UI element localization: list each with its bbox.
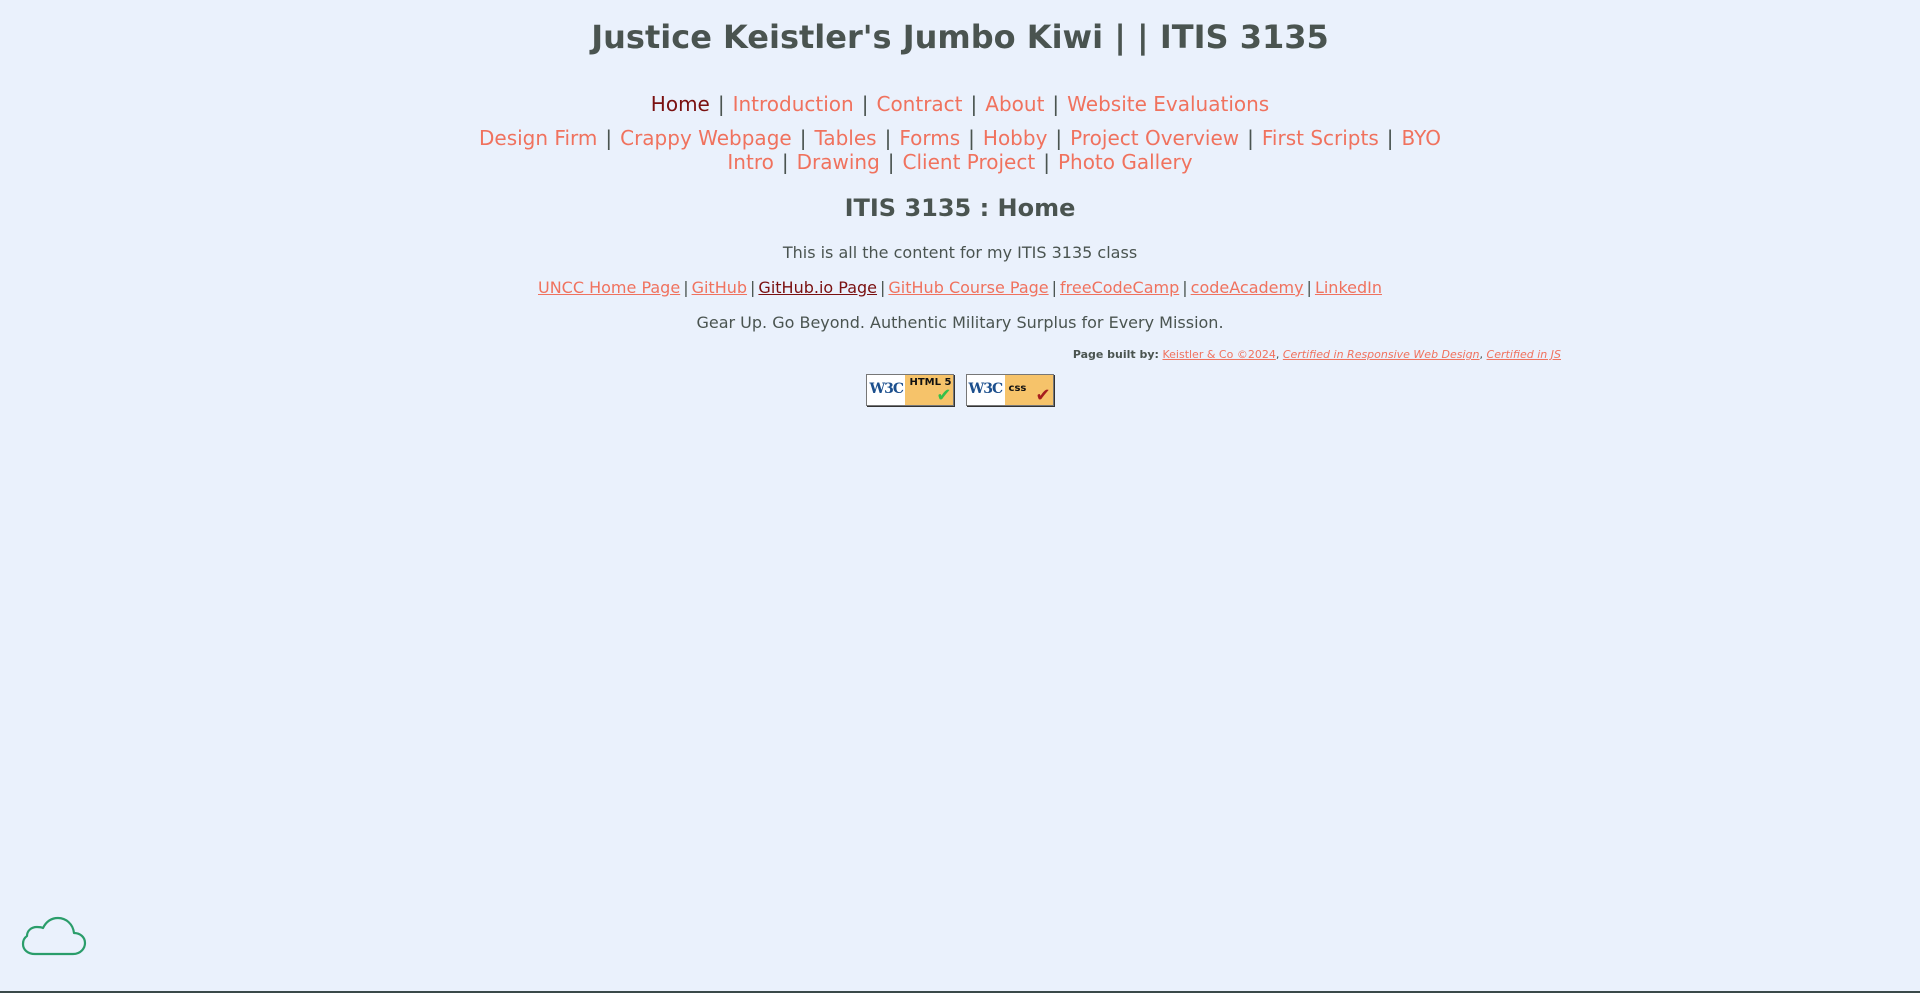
nav-separator: | — [717, 92, 725, 116]
comma: , — [1275, 348, 1280, 361]
nav-separator: | — [968, 126, 975, 150]
nav-separator: | — [887, 150, 895, 174]
link-github-io[interactable]: GitHub.io Page — [758, 278, 877, 297]
nav-separator: | — [1055, 126, 1063, 150]
check-icon: ✔ — [1035, 385, 1051, 406]
external-links: UNCC Home Page | GitHub | GitHub.io Page | Git… — [0, 278, 1920, 297]
link-linkedin[interactable]: LinkedIn — [1315, 278, 1382, 297]
nav-link-tables[interactable]: Tables — [814, 126, 876, 150]
link-separator: | — [683, 278, 689, 297]
nav-separator: | — [781, 150, 789, 174]
nav-link-introduction[interactable]: Introduction — [733, 92, 854, 116]
link-codeacademy[interactable]: codeAcademy — [1191, 278, 1304, 297]
built-by-label: Page built by: — [1072, 348, 1159, 361]
w3c-logo: W3C — [968, 381, 1004, 397]
nav-link-photo-gallery[interactable]: Photo Gallery — [1058, 150, 1193, 174]
nav-link-website-evaluations[interactable]: Website Evaluations — [1067, 92, 1269, 116]
link-github[interactable]: GitHub — [692, 278, 747, 297]
html5-validator-badge[interactable]: W3C HTML 5 ✔ — [866, 374, 955, 406]
link-separator: | — [750, 278, 756, 297]
link-separator: | — [1051, 278, 1058, 297]
cloud-icon[interactable] — [21, 914, 87, 958]
w3c-logo: W3C — [869, 381, 904, 397]
site-title: Justice Keistler's Jumbo Kiwi | | ITIS 3… — [591, 18, 1329, 56]
nav-separator: | — [1052, 92, 1060, 116]
comma: , — [1479, 348, 1484, 361]
cert-rwd-link[interactable]: Certified in Responsive Web Design — [1283, 348, 1480, 361]
link-separator: | — [880, 278, 886, 297]
link-github-course[interactable]: GitHub Course Page — [888, 278, 1048, 297]
check-icon: ✔ — [936, 385, 952, 406]
tagline: Gear Up. Go Beyond. Authentic Military S… — [696, 313, 1224, 332]
nav-link-home[interactable]: Home — [651, 92, 710, 116]
nav-link-forms[interactable]: Forms — [899, 126, 960, 150]
cert-js-link[interactable]: Certified in JS — [1487, 348, 1561, 361]
validator-badges: W3C HTML 5 ✔ W3C css ✔ — [0, 374, 1920, 406]
nav-link-crappy-webpage[interactable]: Crappy Webpage — [620, 126, 792, 150]
link-uncc-home[interactable]: UNCC Home Page — [538, 278, 680, 297]
nav-separator: | — [884, 126, 892, 150]
nav-link-drawing[interactable]: Drawing — [797, 150, 880, 174]
nav-separator: | — [1247, 126, 1254, 150]
nav-link-client-project[interactable]: Client Project — [903, 150, 1036, 174]
nav-link-contract[interactable]: Contract — [876, 92, 962, 116]
css-validator-badge[interactable]: W3C css ✔ — [965, 374, 1054, 406]
nav-separator: | — [861, 92, 869, 116]
secondary-nav: Design Firm | Crappy Webpage | Tables | Forms |… — [385, 126, 1535, 174]
nav-link-first-scripts[interactable]: First Scripts — [1262, 126, 1379, 150]
link-separator: | — [1182, 278, 1188, 297]
primary-nav: Home | Introduction | Contract | About | Website… — [385, 92, 1535, 116]
nav-link-hobby[interactable]: Hobby — [983, 126, 1048, 150]
nav-separator: | — [1043, 150, 1050, 174]
nav-link-about[interactable]: About — [985, 92, 1044, 116]
company-link[interactable]: Keistler & Co ©2024 — [1162, 348, 1275, 361]
nav-link-design-firm[interactable]: Design Firm — [479, 126, 597, 150]
nav-separator: | — [799, 126, 807, 150]
intro-text: This is all the content for my ITIS 3135… — [782, 243, 1138, 262]
nav-separator: | — [605, 126, 613, 150]
nav-link-project-overview[interactable]: Project Overview — [1070, 126, 1239, 150]
link-separator: | — [1306, 278, 1312, 297]
link-freecodecamp[interactable]: freeCodeCamp — [1060, 278, 1179, 297]
built-by-footer: Page built by: Keistler & Co ©2024, Cert… — [1073, 348, 1561, 361]
nav-separator: | — [1386, 126, 1394, 150]
page-title: ITIS 3135 : Home — [844, 194, 1076, 222]
nav-separator: | — [970, 92, 978, 116]
